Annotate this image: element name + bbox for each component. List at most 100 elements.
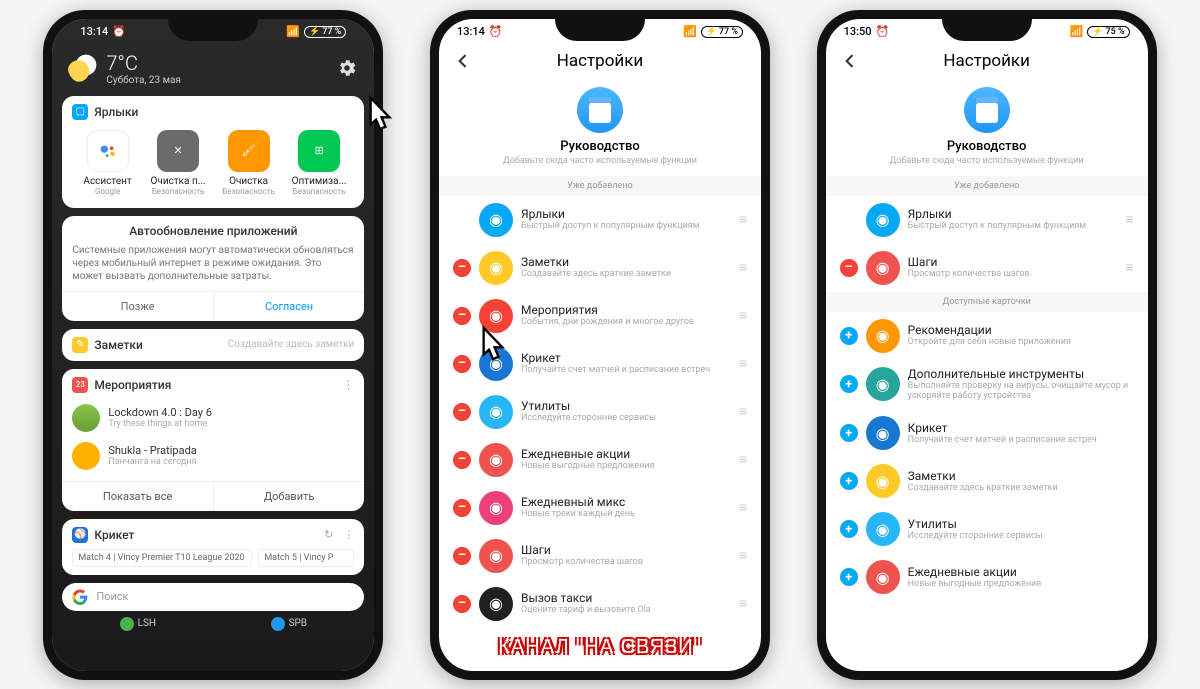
clean-memory-icon: ✕ [157,130,199,172]
settings-row[interactable]: +◉Дополнительные инструментыВыполняйте п… [826,360,1148,410]
alarm-icon: ⏰ [876,25,890,38]
remove-button[interactable]: – [840,259,858,277]
settings-row[interactable]: –◉Вызов таксиОцените тариф и вызовите Ol… [439,580,761,628]
refresh-icon[interactable]: ↻ [324,528,333,541]
add-button[interactable]: + [840,424,858,442]
settings-row[interactable]: –◉ШагиПросмотр количества шагов≡ [439,532,761,580]
spb-chip[interactable]: SPB [271,617,307,631]
settings-row[interactable]: ◉ЯрлыкиБыстрый доступ к популярным функц… [826,196,1148,244]
settings-row[interactable]: –◉ШагиПросмотр количества шагов≡ [826,244,1148,292]
drag-handle-icon[interactable]: ≡ [739,451,747,468]
drag-handle-icon[interactable]: ≡ [739,259,747,276]
drag-handle-icon[interactable]: ≡ [739,499,747,516]
drag-handle-icon[interactable]: ≡ [1125,211,1133,228]
drag-handle-icon[interactable]: ≡ [739,211,747,228]
row-subtitle: Новые выгодные предложения [521,461,731,472]
event-item-2[interactable]: Shukla - PratipadaПанчанга на сегодня [72,437,354,475]
shortcut-clean-memory[interactable]: ✕ Очистка п... Безопасность [145,130,211,196]
weather-widget[interactable]: 7°C Суббота, 23 мая [68,51,181,86]
app-icon: ◉ [479,539,513,573]
guide-icon [577,87,623,133]
more-icon[interactable]: ⋮ [343,528,354,541]
status-time: 13:50 [844,25,872,38]
signal-icon: 📶 [1070,25,1084,38]
settings-row[interactable]: –◉Ежедневные акцииНовые выгодные предлож… [439,436,761,484]
show-all-button[interactable]: Показать все [62,482,214,511]
settings-row[interactable]: +◉КрикетПолучайте счет матчей и расписан… [826,409,1148,457]
notes-card[interactable]: ✎ Заметки Создавайте здесь заметки [62,329,364,361]
row-title: Крикет [521,351,731,365]
settings-row[interactable]: ◉ЯрлыкиБыстрый доступ к популярным функц… [439,196,761,244]
drag-handle-icon[interactable]: ≡ [739,355,747,372]
app-icon: ◉ [479,491,513,525]
page-title: Настройки [943,51,1030,71]
page-title: Настройки [557,51,644,71]
drag-handle-icon[interactable]: ≡ [739,307,747,324]
back-icon[interactable] [453,51,473,71]
shortcuts-title: Ярлыки [94,105,138,119]
section-available: Доступные карточки [826,292,1148,312]
settings-row[interactable]: +◉ЗаметкиСоздавайте здесь краткие заметк… [826,457,1148,505]
weather-date: Суббота, 23 мая [106,75,181,86]
back-icon[interactable] [840,51,860,71]
gear-icon[interactable] [336,57,358,79]
events-title: Мероприятия [94,378,171,392]
battery-indicator: ⚡ 77 % [701,26,743,38]
drag-handle-icon[interactable]: ≡ [739,595,747,612]
settings-row[interactable]: +◉РекомендацииОткройте для себя новые пр… [826,312,1148,360]
row-title: Мероприятия [521,303,731,317]
app-icon: ◉ [479,203,513,237]
row-subtitle: Получайте счет матчей и расписание встре… [908,435,1134,446]
search-placeholder: Поиск [96,590,128,603]
remove-button[interactable]: – [453,499,471,517]
remove-button[interactable]: – [453,547,471,565]
settings-row[interactable]: +◉Ежедневные акцииНовые выгодные предлож… [826,553,1148,601]
settings-row[interactable]: –◉Ежедневный миксНовые треки каждый день… [439,484,761,532]
row-subtitle: Исследуйте сторонние сервисы [521,413,731,424]
drag-handle-icon[interactable]: ≡ [739,547,747,564]
row-title: Шаги [521,543,731,557]
settings-row[interactable]: –◉УтилитыИсследуйте сторонние сервисы≡ [439,388,761,436]
remove-button[interactable]: – [453,259,471,277]
cricket-match-2[interactable]: Match 5 | Vincy P [258,549,354,567]
calendar-icon: 23 [72,377,88,393]
add-button[interactable]: + [840,472,858,490]
alarm-icon: ⏰ [489,25,503,38]
settings-row[interactable]: –◉ЗаметкиСоздавайте здесь краткие заметк… [439,244,761,292]
google-icon [72,589,88,605]
agree-button[interactable]: Согласен [214,292,365,321]
row-title: Ежедневный микс [521,495,731,509]
row-title: Вызов такси [521,591,731,605]
add-button[interactable]: + [840,327,858,345]
shortcut-clean[interactable]: 🖌 Очистка Безопасность [216,130,282,196]
settings-row[interactable]: +◉УтилитыИсследуйте сторонние сервисы [826,505,1148,553]
remove-button[interactable]: – [453,403,471,421]
app-icon: ◉ [479,587,513,621]
battery-indicator: ⚡ 77 % [304,26,346,38]
phone-2: 13:14 ⏰ 📶 ⚡ 77 % Настройки Руководство Д… [430,10,770,680]
shortcuts-card: ▢ Ярлыки Ассистент Google ✕ [62,96,364,208]
bottom-shortcuts: LSH SPB [62,617,364,631]
remove-button[interactable]: – [453,451,471,469]
add-button[interactable]: + [840,568,858,586]
more-icon[interactable]: ⋮ [342,378,354,392]
cricket-match-1[interactable]: Match 4 | Vincy Premier T10 League 2020 [72,549,252,567]
add-button[interactable]: + [840,375,858,393]
later-button[interactable]: Позже [62,292,214,321]
event-item-1[interactable]: Lockdown 4.0 : Day 6Try these things at … [72,399,354,437]
lsh-chip[interactable]: LSH [120,617,156,631]
cricket-icon: ⚾ [72,527,88,543]
remove-button[interactable]: – [453,595,471,613]
shortcut-assistant[interactable]: Ассистент Google [75,130,141,196]
drag-handle-icon[interactable]: ≡ [1125,259,1133,276]
drag-handle-icon[interactable]: ≡ [739,403,747,420]
phone-1: 13:14 ⏰ 📶 ⚡ 77 % 7°C Суббота, 23 мая [43,10,383,680]
add-event-button[interactable]: Добавить [214,482,365,511]
assistant-icon [87,130,129,172]
search-input[interactable]: Поиск [62,583,364,611]
row-subtitle: Быстрый доступ к популярным функциям [521,221,731,232]
app-icon: ◉ [866,416,900,450]
shortcut-optimize[interactable]: ⊞ Оптимиза... Безопасность [286,130,352,196]
add-button[interactable]: + [840,520,858,538]
notch [942,19,1032,41]
